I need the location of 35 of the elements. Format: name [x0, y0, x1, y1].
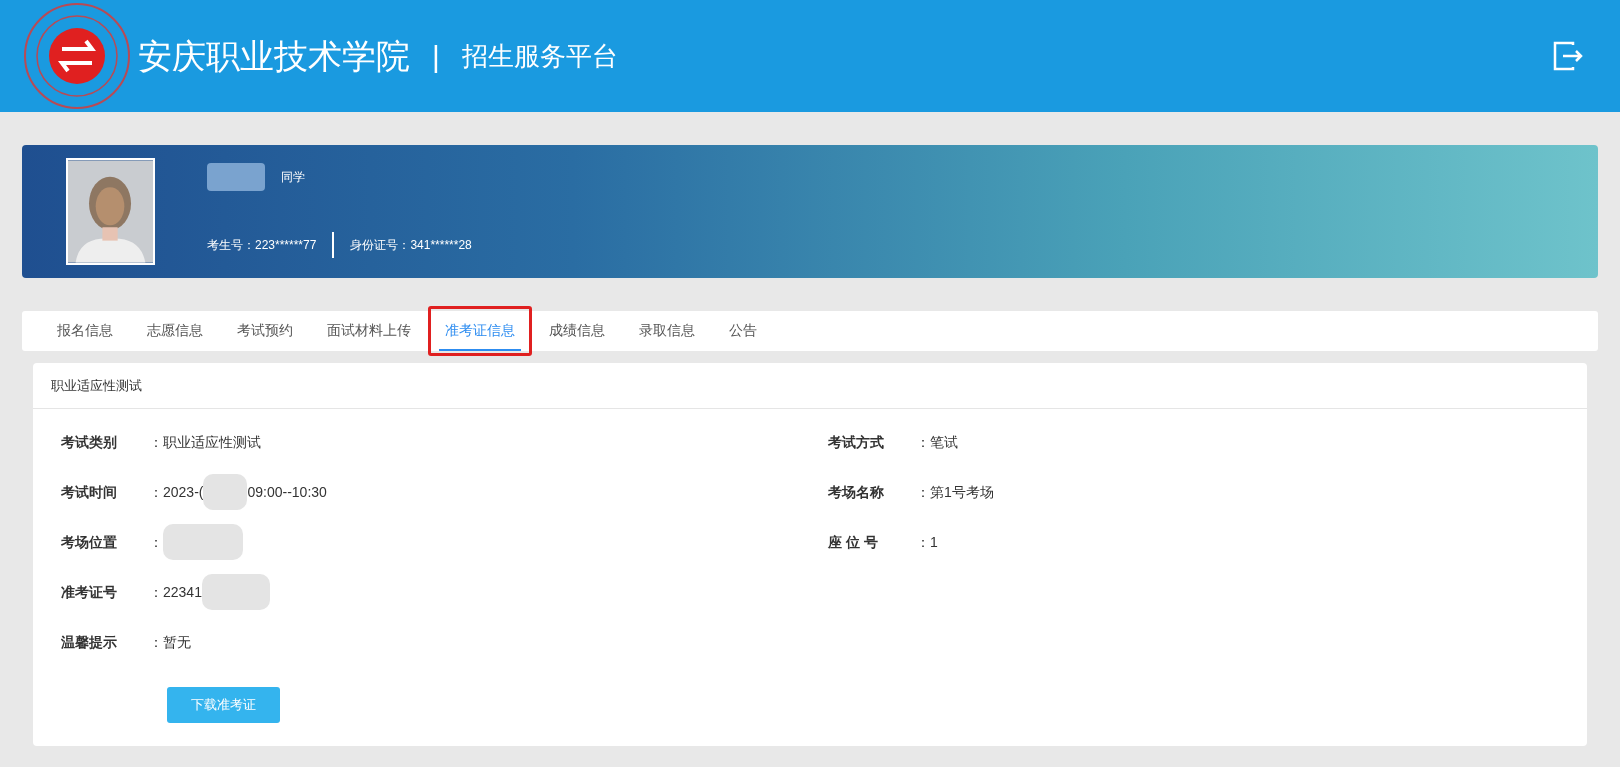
exam-number: 考生号：223******77 — [207, 237, 317, 254]
tab[interactable]: 志愿信息 — [141, 311, 209, 351]
redaction-blur — [201, 574, 270, 610]
tab[interactable]: 报名信息 — [51, 311, 119, 351]
tab[interactable]: 面试材料上传 — [321, 311, 417, 351]
field-label: 考试方式 — [828, 432, 885, 452]
field-label: 温馨提示 — [61, 632, 118, 652]
field-value: ：职业适应性测试 — [149, 432, 261, 452]
card-title: 职业适应性测试 — [51, 376, 142, 395]
tab[interactable]: 成绩信息 — [543, 311, 611, 351]
tab[interactable]: 录取信息 — [633, 311, 701, 351]
field-value: ：2023-( — [149, 482, 204, 502]
student-suffix: 同学 — [281, 169, 305, 186]
field-label: 考场位置 — [61, 532, 118, 552]
field-label: 考场名称 — [828, 482, 885, 502]
tab[interactable]: 考试预约 — [231, 311, 299, 351]
platform-name: 招生服务平台 — [461, 39, 618, 73]
field-label: 座 位 号 — [828, 532, 879, 552]
field-value: ： — [149, 532, 163, 552]
tab[interactable]: 公告 — [723, 311, 763, 351]
field-label: 考试类别 — [61, 432, 118, 452]
field-value: ：笔试 — [916, 432, 958, 452]
field-label: 考试时间 — [61, 482, 118, 502]
logout-icon — [1551, 39, 1585, 73]
redaction-blur — [203, 474, 248, 510]
field-value: 09:00--10:30 — [247, 482, 327, 502]
field-value: ：第1号考场 — [916, 482, 994, 502]
title-separator: | — [432, 38, 440, 75]
field-label: 准考证号 — [61, 582, 118, 602]
id-number: 身份证号：341******28 — [350, 237, 472, 254]
field-value: ：22341 — [149, 582, 202, 602]
field-value: ：暂无 — [149, 632, 191, 652]
field-value: ：1 — [916, 532, 938, 552]
tab[interactable]: 准考证信息 — [439, 311, 521, 351]
school-name: 安庆职业技术学院 — [138, 35, 410, 77]
